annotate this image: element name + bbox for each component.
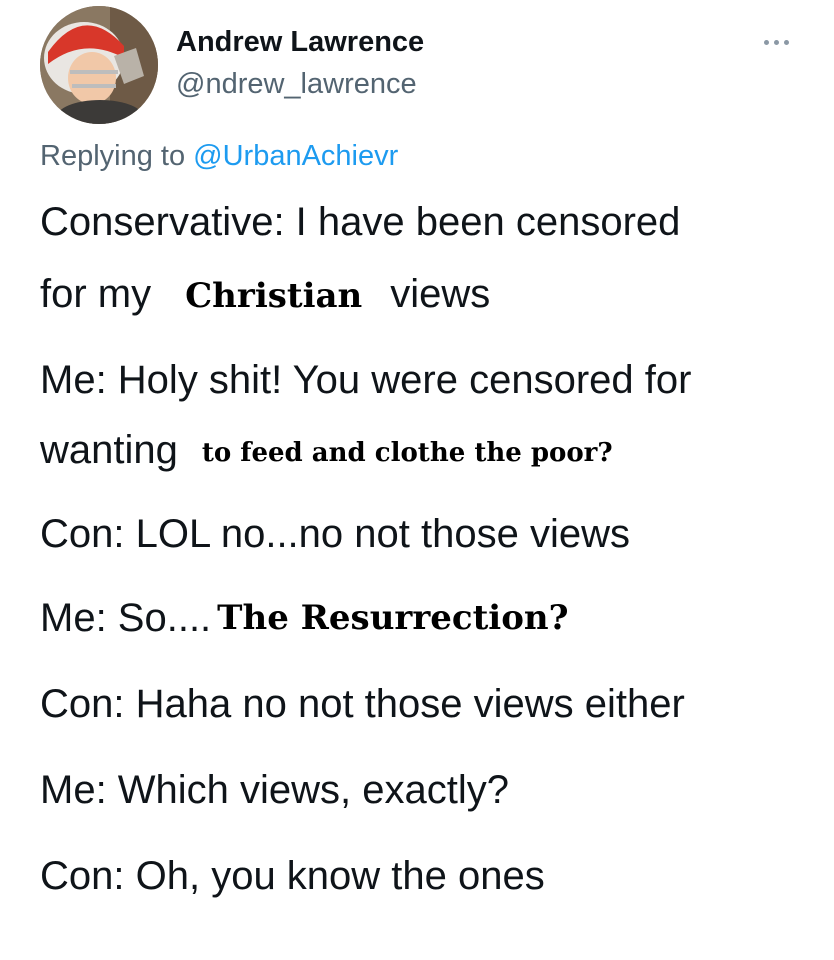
tweet-line: wanting to feed and clothe the poor? xyxy=(40,426,613,479)
more-horizontal-icon xyxy=(763,39,769,45)
more-horizontal-icon-dot xyxy=(773,39,779,45)
tweet-line: Me: Holy shit! You were censored for xyxy=(40,358,692,402)
tweet-line: Me: Which views, exactly? xyxy=(40,768,510,812)
tweet-text: views xyxy=(390,272,491,316)
tweet-text: Me: So.... xyxy=(40,596,212,640)
tweet-line: Conservative: I have been censored xyxy=(40,200,681,244)
tweet-line: Me: So.... The Resurrection? xyxy=(40,594,569,644)
tweet-line: Con: Haha no not those views either xyxy=(40,682,685,726)
tweet-line: Con: Oh, you know the ones xyxy=(40,854,545,898)
overlay-text: Christian xyxy=(185,276,363,316)
tweet-text: for my xyxy=(40,272,152,316)
tweet-text: wanting xyxy=(40,428,178,472)
replying-to-label: Replying to xyxy=(40,140,186,172)
tweet-line: Con: LOL no...no not those views xyxy=(40,512,630,556)
more-options-button[interactable] xyxy=(756,30,796,54)
replying-to: Replying to @UrbanAchievr xyxy=(40,140,398,173)
author-handle[interactable]: @ndrew_lawrence xyxy=(176,68,417,101)
avatar[interactable] xyxy=(40,6,158,124)
author-display-name[interactable]: Andrew Lawrence xyxy=(176,26,424,59)
tweet-line: for my Christian views xyxy=(40,270,490,320)
overlay-text: to feed and clothe the poor? xyxy=(201,438,613,468)
overlay-text: The Resurrection? xyxy=(217,598,569,638)
more-horizontal-icon-dot xyxy=(783,39,789,45)
avatar-image xyxy=(40,6,158,124)
reply-mention-link[interactable]: @UrbanAchievr xyxy=(193,140,398,172)
